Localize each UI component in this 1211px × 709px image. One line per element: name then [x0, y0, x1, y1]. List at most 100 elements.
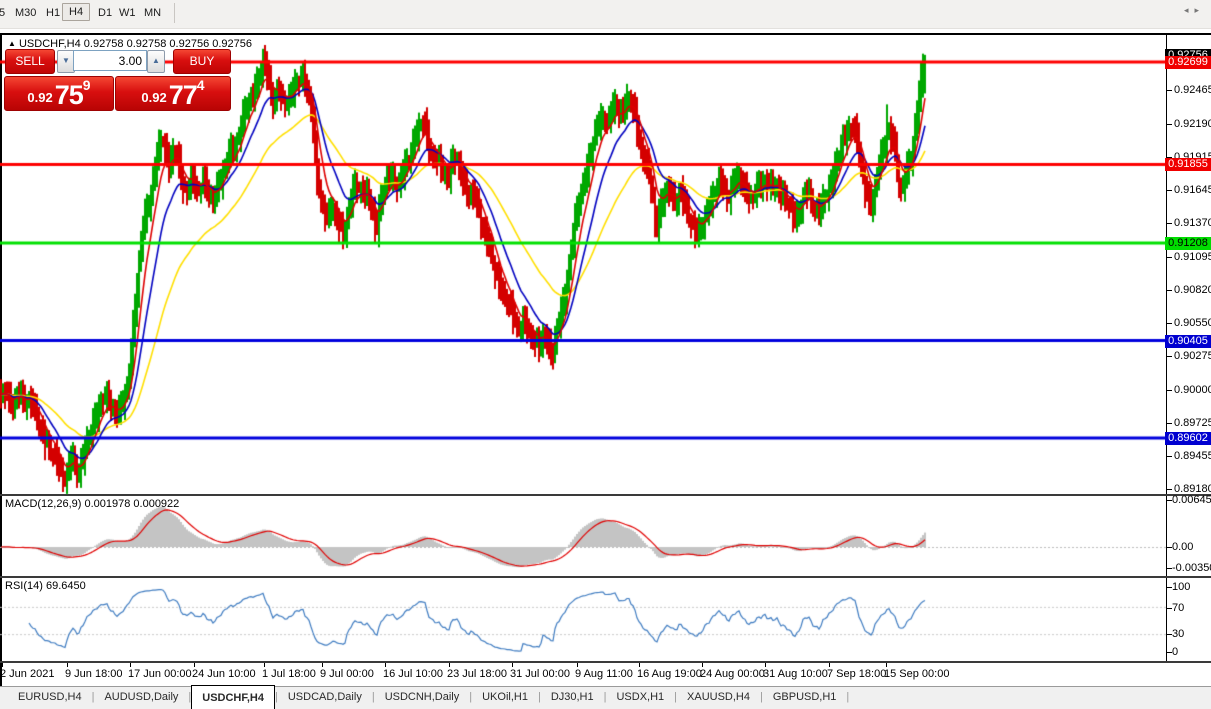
time-axis-label: 9 Aug 11:00 [575, 668, 633, 680]
chart-tab[interactable]: EURUSD,H4 [8, 687, 92, 709]
price-tick [1167, 489, 1172, 490]
time-axis-tick [264, 663, 265, 667]
buy-button[interactable]: BUY [173, 49, 231, 74]
time-axis-label: 24 Jun 10:00 [192, 668, 256, 680]
chart-tab[interactable]: UKOil,H1 [472, 687, 538, 709]
price-tick [1167, 323, 1172, 324]
price-scale-label: 0.90820 [1174, 284, 1211, 296]
macd-axis-label: 0.00 [1172, 541, 1193, 553]
sell-price-pip-digit: 9 [83, 79, 91, 91]
timeframe-button-h1[interactable]: H1 [43, 5, 63, 21]
time-axis-label: 9 Jun 18:00 [65, 668, 123, 680]
price-chart-canvas[interactable] [0, 36, 1166, 662]
macd-axis-label: -0.003507 [1172, 562, 1211, 574]
time-axis-label: 15 Sep 00:00 [884, 668, 949, 680]
price-tick [1167, 90, 1172, 91]
price-level-marker: 0.91855 [1165, 158, 1211, 171]
chart-tab[interactable]: USDX,H1 [606, 687, 674, 709]
time-axis-tick [886, 663, 887, 667]
chart-tab[interactable]: XAUUSD,H4 [677, 687, 760, 709]
price-level-marker: 0.92699 [1165, 56, 1211, 69]
collapse-arrow-icon[interactable]: ▲ [8, 39, 16, 48]
price-scale-label: 0.91645 [1174, 184, 1211, 196]
macd-axis-label: 0.006451 [1172, 494, 1211, 506]
time-axis-tick [512, 663, 513, 667]
price-scale-label: 0.90000 [1174, 384, 1211, 396]
time-axis-tick [765, 663, 766, 667]
time-axis-tick [385, 663, 386, 667]
price-scale-label: 0.92465 [1174, 84, 1211, 96]
price-tick [1167, 390, 1172, 391]
tabbar-spacer [0, 687, 8, 709]
time-axis-label: 2 Jun 2021 [0, 668, 54, 680]
time-axis-label: 23 Jul 18:00 [447, 668, 507, 680]
time-axis-label: 7 Sep 18:00 [827, 668, 886, 680]
chart-tab[interactable]: USDCNH,Daily [375, 687, 470, 709]
price-tick [1167, 423, 1172, 424]
tab-scroll-arrows[interactable]: ◂▸ [1184, 5, 1205, 16]
time-axis-tick [67, 663, 68, 667]
price-scale-label: 0.89455 [1174, 450, 1211, 462]
tab-separator: | [846, 687, 849, 709]
time-axis-tick [449, 663, 450, 667]
timeframe-button-mn[interactable]: MN [141, 5, 164, 21]
time-axis-tick [829, 663, 830, 667]
volume-input[interactable] [73, 50, 147, 71]
chart-tab[interactable]: AUDUSD,Daily [94, 687, 188, 709]
time-axis-label: 17 Jun 00:00 [128, 668, 192, 680]
timeframe-button-d1[interactable]: D1 [95, 5, 115, 21]
tab-scroll-right-icon[interactable]: ▸ [1194, 5, 1205, 15]
chart-tab[interactable]: USDCAD,Daily [278, 687, 372, 709]
chevron-up-icon: ▲ [152, 56, 160, 65]
price-scale-label: 0.91370 [1174, 217, 1211, 229]
time-axis-tick [130, 663, 131, 667]
price-scale-label: 0.91095 [1174, 251, 1211, 263]
price-scale-label: 0.92190 [1174, 118, 1211, 130]
chart-tab[interactable]: USDCHF,H4 [191, 685, 275, 709]
rsi-axis-label: 30 [1172, 628, 1184, 640]
sell-price-big-digits: 75 [55, 82, 83, 108]
timeframe-toolbar: 5M30H1H4 D1W1MN [0, 0, 1211, 29]
rsi-label: RSI(14) 69.6450 [5, 580, 86, 592]
time-axis-tick [194, 663, 195, 667]
price-tick [1167, 190, 1172, 191]
chart-frame-top [0, 33, 1211, 35]
mt4-terminal: 5M30H1H4D1W1MN ▲ USDCHF,H4 0.92758 0.927… [0, 0, 1211, 708]
buy-price-big-digits: 77 [169, 82, 197, 108]
time-axis-label: 31 Jul 00:00 [510, 668, 570, 680]
sell-button[interactable]: SELL [5, 49, 55, 74]
price-level-marker: 0.89602 [1165, 432, 1211, 445]
tab-scroll-left-icon[interactable]: ◂ [1184, 5, 1195, 15]
volume-increase-button[interactable]: ▲ [147, 50, 165, 73]
timeframe-button-h4[interactable]: H4 [62, 3, 90, 21]
price-level-marker: 0.91208 [1165, 237, 1211, 250]
time-axis-label: 9 Jul 00:00 [320, 668, 374, 680]
chevron-down-icon: ▼ [62, 56, 70, 65]
time-axis-label: 24 Aug 00:00 [700, 668, 765, 680]
rsi-axis-label: 100 [1172, 581, 1190, 593]
rsi-axis-label: 70 [1172, 602, 1184, 614]
chart-tab[interactable]: DJ30,H1 [541, 687, 604, 709]
time-axis-tick [2, 663, 3, 667]
buy-price-display[interactable]: 0.92 77 4 [115, 76, 231, 111]
time-axis-label: 16 Jul 10:00 [383, 668, 443, 680]
time-axis-label: 16 Aug 19:00 [637, 668, 702, 680]
chart-tab[interactable]: GBPUSD,H1 [763, 687, 847, 709]
price-scale-label: 0.90275 [1174, 350, 1211, 362]
price-tick [1167, 257, 1172, 258]
buy-price-prefix: 0.92 [141, 88, 166, 108]
time-axis-tick [639, 663, 640, 667]
timeframe-button-5[interactable]: 5 [0, 5, 8, 21]
chart-tab-bar: EURUSD,H4|AUDUSD,Daily|USDCHF,H4|USDCAD,… [0, 686, 1211, 709]
timeframe-button-m30[interactable]: M30 [12, 5, 39, 21]
price-tick [1167, 290, 1172, 291]
price-tick [1167, 124, 1172, 125]
macd-label: MACD(12,26,9) 0.001978 0.000922 [5, 498, 179, 510]
time-axis-tick [702, 663, 703, 667]
sell-price-display[interactable]: 0.92 75 9 [4, 76, 114, 111]
price-tick [1167, 223, 1172, 224]
price-tick [1167, 456, 1172, 457]
timeframe-button-w1[interactable]: W1 [116, 5, 139, 21]
sell-price-prefix: 0.92 [27, 88, 52, 108]
toolbar-separator [174, 3, 175, 23]
